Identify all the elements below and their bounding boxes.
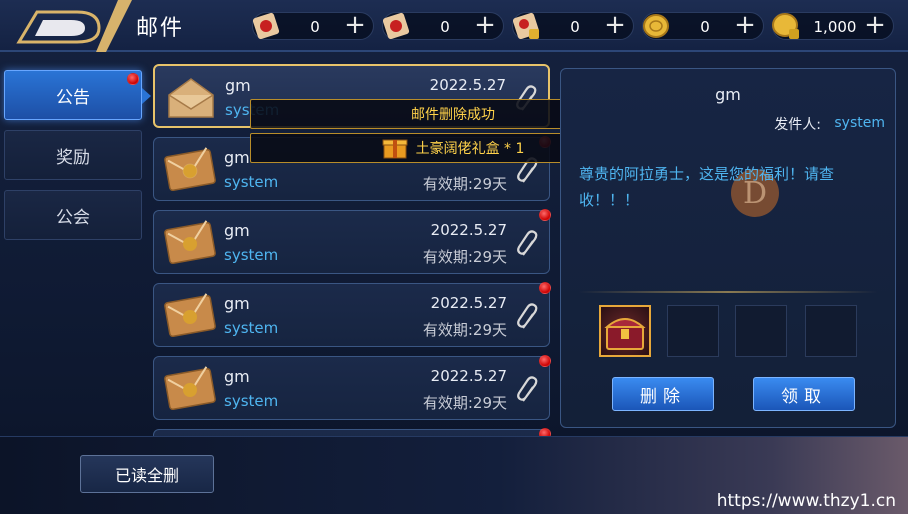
divider (579, 291, 877, 293)
mail-sender: gm (224, 294, 250, 313)
delete-button[interactable]: 删除 (612, 377, 714, 411)
mail-item[interactable] (153, 428, 551, 436)
page-title: 邮件 (136, 16, 185, 41)
notification-dot-icon (539, 282, 551, 294)
sealed-envelope-icon (164, 293, 216, 338)
title-divider-icon (96, 0, 132, 52)
add-resource-button[interactable]: + (603, 12, 627, 38)
resource-gold-coin: 0 + (642, 12, 764, 40)
add-resource-button[interactable]: + (473, 12, 497, 38)
mail-from: system (224, 392, 279, 410)
notification-dot-icon (539, 355, 551, 367)
red-scroll-icon (382, 12, 410, 40)
mail-body: 尊贵的阿拉勇士，这是您的福利！请查收！！！ (579, 165, 835, 209)
top-bar: 邮件 0 + 0 + 0 + 0 + 1,000 + (0, 0, 908, 52)
delete-all-read-button[interactable]: 已读全删 (80, 455, 214, 493)
toast-text: 土豪阔佬礼盒 * 1 (415, 141, 525, 157)
sealed-envelope-icon (164, 220, 216, 265)
mail-expiry: 有效期:29天 (422, 248, 507, 266)
tab-label: 公告 (56, 87, 90, 108)
notification-dot-icon (539, 428, 551, 436)
mail-expiry: 有效期:29天 (422, 394, 507, 412)
mail-date: 2022.5.27 (430, 294, 507, 312)
mail-sender: gm (224, 221, 250, 240)
mail-item[interactable]: gm system 2022.5.27 有效期:29天 (153, 209, 551, 274)
detail-title: gm (715, 85, 741, 104)
attachment-clip-icon (517, 303, 538, 329)
mail-sender: gm (225, 76, 251, 95)
mail-item[interactable]: gm system 2022.5.27 有效期:29天 (153, 355, 551, 420)
add-resource-button[interactable]: + (863, 12, 887, 38)
tab-guild[interactable]: 公会 (4, 190, 142, 240)
resource-scroll-1: 0 + (252, 12, 374, 40)
sealed-envelope-icon (164, 147, 216, 192)
attachment-clip-icon (517, 376, 538, 402)
gift-box-icon (382, 139, 408, 159)
attachment-slot-empty (805, 305, 857, 357)
toast-text: 邮件删除成功 (411, 107, 495, 123)
mail-date: 2022.5.27 (429, 76, 506, 94)
tab-announcement[interactable]: 公告 (4, 70, 151, 120)
mail-from: system (224, 319, 279, 337)
sealed-envelope-icon (164, 366, 216, 411)
resource-value: 0 (570, 18, 580, 36)
notification-dot-icon (127, 73, 139, 85)
treasure-chest-icon (604, 318, 646, 350)
resource-scroll-2: 0 + (382, 12, 504, 40)
red-scroll-icon (252, 12, 280, 40)
resource-value: 0 (700, 18, 710, 36)
add-resource-button[interactable]: + (733, 12, 757, 38)
open-envelope-icon (168, 78, 214, 118)
mail-expiry: 有效期:29天 (422, 175, 507, 193)
mail-sender: gm (224, 148, 250, 167)
resource-value: 0 (310, 18, 320, 36)
attachment-slot-empty (735, 305, 787, 357)
attachment-slot-empty (667, 305, 719, 357)
resource-scroll-locked: 0 + (512, 12, 634, 40)
mail-from: system (224, 246, 279, 264)
mail-date: 2022.5.27 (430, 367, 507, 385)
bottom-bar: 已读全删 https://www.thzy1.cn (0, 436, 908, 514)
sender-name: system (834, 115, 885, 131)
locked-gold-coin-icon (772, 13, 799, 39)
resource-gold-coin-locked: 1,000 + (772, 12, 894, 40)
add-resource-button[interactable]: + (343, 12, 367, 38)
tab-label: 公会 (56, 207, 90, 228)
watermark-url: https://www.thzy1.cn (716, 491, 896, 511)
mail-from: system (224, 173, 279, 191)
sender-label: 发件人: (774, 117, 821, 133)
mail-detail-panel: gm 发件人: system D 尊贵的阿拉勇士，这是您的福利！请查收！！！ 删… (560, 68, 896, 428)
mail-expiry: 有效期:29天 (422, 321, 507, 339)
mail-item[interactable]: gm system 2022.5.27 有效期:29天 (153, 282, 551, 347)
resource-value: 0 (440, 18, 450, 36)
locked-scroll-icon (512, 12, 540, 40)
tab-label: 奖励 (56, 147, 90, 168)
tab-rewards[interactable]: 奖励 (4, 130, 142, 180)
mail-date: 2022.5.27 (430, 221, 507, 239)
notification-dot-icon (539, 209, 551, 221)
gold-coin-icon (643, 14, 669, 38)
mail-sender: gm (224, 367, 250, 386)
claim-button[interactable]: 领取 (753, 377, 855, 411)
attachment-clip-icon (517, 230, 538, 256)
resource-value: 1,000 (813, 18, 857, 36)
attachment-slot-treasure-chest[interactable] (599, 305, 651, 357)
